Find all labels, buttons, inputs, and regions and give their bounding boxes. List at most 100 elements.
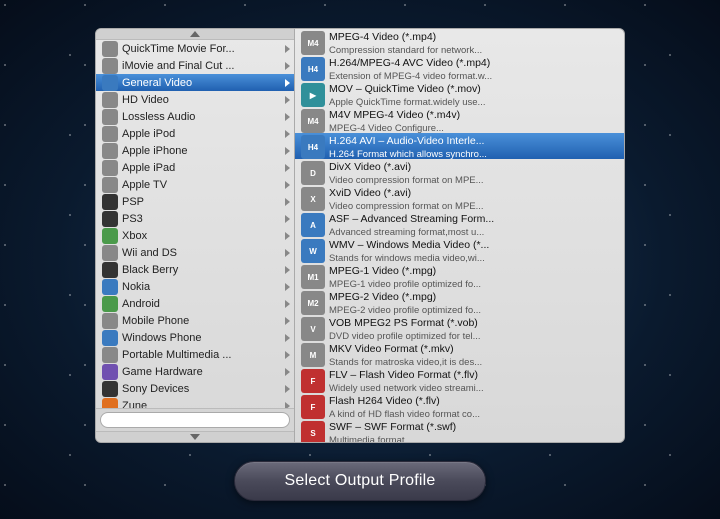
left-item-arrow-apple-ipad xyxy=(285,164,290,172)
left-item-label-apple-tv: Apple TV xyxy=(122,179,283,191)
left-item-portable-multimedia[interactable]: Portable Multimedia ... xyxy=(96,346,294,363)
left-item-icon-android xyxy=(102,296,118,312)
left-item-imovie[interactable]: iMovie and Final Cut ... xyxy=(96,57,294,74)
left-item-psp[interactable]: PSP xyxy=(96,193,294,210)
left-item-quicktime[interactable]: QuickTime Movie For... xyxy=(96,40,294,57)
left-item-arrow-psp xyxy=(285,198,290,206)
right-item-title-xvid-avi: XviD Video (*.avi) xyxy=(329,187,484,201)
right-item-wmv[interactable]: WWMV – Windows Media Video (*...Stands f… xyxy=(295,237,624,263)
left-item-apple-ipad[interactable]: Apple iPad xyxy=(96,159,294,176)
right-item-flv-h264[interactable]: FFlash H264 Video (*.flv)A kind of HD fl… xyxy=(295,393,624,419)
select-output-button[interactable]: Select Output Profile xyxy=(234,461,487,501)
right-item-text-divx-avi: DivX Video (*.avi)Video compression form… xyxy=(329,161,484,186)
left-item-apple-tv[interactable]: Apple TV xyxy=(96,176,294,193)
right-item-mov[interactable]: ▶MOV – QuickTime Video (*.mov)Apple Quic… xyxy=(295,81,624,107)
right-item-asf[interactable]: AASF – Advanced Streaming Form...Advance… xyxy=(295,211,624,237)
left-item-lossless-audio[interactable]: Lossless Audio xyxy=(96,108,294,125)
left-item-arrow-wii xyxy=(285,249,290,257)
right-item-flv[interactable]: FFLV – Flash Video Format (*.flv)Widely … xyxy=(295,367,624,393)
left-item-label-zune: Zune xyxy=(122,400,283,409)
left-item-label-hd-video: HD Video xyxy=(122,94,283,106)
right-item-title-h264-avi: H.264 AVI – Audio-Video Interle... xyxy=(329,135,487,149)
right-item-xvid-avi[interactable]: XXviD Video (*.avi)Video compression for… xyxy=(295,185,624,211)
left-item-label-general-video: General Video xyxy=(122,77,283,89)
right-item-vob[interactable]: VVOB MPEG2 PS Format (*.vob)DVD video pr… xyxy=(295,315,624,341)
right-item-swf[interactable]: SSWF – SWF Format (*.swf)Multimedia form… xyxy=(295,419,624,442)
left-item-arrow-game-hardware xyxy=(285,368,290,376)
scroll-up-area[interactable] xyxy=(96,29,294,40)
right-item-mpeg1[interactable]: M1MPEG-1 Video (*.mpg)MPEG-1 video profi… xyxy=(295,263,624,289)
left-item-blackberry[interactable]: Black Berry xyxy=(96,261,294,278)
right-item-h264-avc[interactable]: H4H.264/MPEG-4 AVC Video (*.mp4)Extensio… xyxy=(295,55,624,81)
right-item-mpeg2[interactable]: M2MPEG-2 Video (*.mpg)MPEG-2 video profi… xyxy=(295,289,624,315)
right-item-text-vob: VOB MPEG2 PS Format (*.vob)DVD video pro… xyxy=(329,317,481,342)
right-item-text-mpeg1: MPEG-1 Video (*.mpg)MPEG-1 video profile… xyxy=(329,265,481,290)
right-item-text-flv-h264: Flash H264 Video (*.flv)A kind of HD fla… xyxy=(329,395,480,420)
left-item-arrow-general-video xyxy=(285,79,290,87)
right-item-h264-avi[interactable]: H4H.264 AVI – Audio-Video Interle...H.26… xyxy=(295,133,624,159)
left-item-apple-ipod[interactable]: Apple iPod xyxy=(96,125,294,142)
right-item-mkv[interactable]: MMKV Video Format (*.mkv)Stands for matr… xyxy=(295,341,624,367)
left-item-game-hardware[interactable]: Game Hardware xyxy=(96,363,294,380)
left-item-ps3[interactable]: PS3 xyxy=(96,210,294,227)
left-item-icon-apple-tv xyxy=(102,177,118,193)
left-item-arrow-portable-multimedia xyxy=(285,351,290,359)
scroll-up-arrow xyxy=(190,31,200,37)
right-item-icon-h264-avi: H4 xyxy=(301,135,325,159)
left-item-icon-blackberry xyxy=(102,262,118,278)
profile-panel: QuickTime Movie For... iMovie and Final C… xyxy=(95,28,625,443)
right-item-text-h264-avc: H.264/MPEG-4 AVC Video (*.mp4)Extension … xyxy=(329,57,492,82)
right-item-text-asf: ASF – Advanced Streaming Form...Advanced… xyxy=(329,213,494,238)
left-item-nokia[interactable]: Nokia xyxy=(96,278,294,295)
scroll-down-area[interactable] xyxy=(96,431,294,442)
left-item-arrow-blackberry xyxy=(285,266,290,274)
right-item-title-flv-h264: Flash H264 Video (*.flv) xyxy=(329,395,480,409)
right-item-icon-mov: ▶ xyxy=(301,83,325,107)
left-item-icon-nokia xyxy=(102,279,118,295)
right-panel: M4MPEG-4 Video (*.mp4)Compression standa… xyxy=(295,28,625,443)
left-item-xbox[interactable]: Xbox xyxy=(96,227,294,244)
left-item-windows-phone[interactable]: Windows Phone xyxy=(96,329,294,346)
left-item-icon-apple-ipod xyxy=(102,126,118,142)
right-item-mpeg4[interactable]: M4MPEG-4 Video (*.mp4)Compression standa… xyxy=(295,29,624,55)
search-input[interactable] xyxy=(100,412,290,428)
right-item-text-mkv: MKV Video Format (*.mkv)Stands for matro… xyxy=(329,343,482,368)
scroll-down-arrow xyxy=(190,434,200,440)
left-item-label-nokia: Nokia xyxy=(122,281,283,293)
left-item-icon-apple-ipad xyxy=(102,160,118,176)
left-item-arrow-apple-ipod xyxy=(285,130,290,138)
right-item-icon-vob: V xyxy=(301,317,325,341)
left-item-label-ps3: PS3 xyxy=(122,213,283,225)
left-item-zune[interactable]: Zune xyxy=(96,397,294,408)
left-item-label-blackberry: Black Berry xyxy=(122,264,283,276)
left-items-list: QuickTime Movie For... iMovie and Final C… xyxy=(96,40,294,408)
left-item-icon-portable-multimedia xyxy=(102,347,118,363)
left-item-mobile-phone[interactable]: Mobile Phone xyxy=(96,312,294,329)
left-item-wii[interactable]: Wii and DS xyxy=(96,244,294,261)
right-item-divx-avi[interactable]: DDivX Video (*.avi)Video compression for… xyxy=(295,159,624,185)
left-item-label-imovie: iMovie and Final Cut ... xyxy=(122,60,283,72)
left-item-hd-video[interactable]: HD Video xyxy=(96,91,294,108)
left-item-label-apple-ipod: Apple iPod xyxy=(122,128,283,140)
left-panel: QuickTime Movie For... iMovie and Final C… xyxy=(95,28,295,443)
left-item-arrow-apple-iphone xyxy=(285,147,290,155)
right-item-title-wmv: WMV – Windows Media Video (*... xyxy=(329,239,489,253)
right-items-list: M4MPEG-4 Video (*.mp4)Compression standa… xyxy=(295,29,624,442)
left-item-icon-lossless-audio xyxy=(102,109,118,125)
left-item-icon-psp xyxy=(102,194,118,210)
left-item-arrow-android xyxy=(285,300,290,308)
right-item-text-m4v: M4V MPEG-4 Video (*.m4v)MPEG-4 Video Con… xyxy=(329,109,460,134)
left-item-apple-iphone[interactable]: Apple iPhone xyxy=(96,142,294,159)
left-item-label-windows-phone: Windows Phone xyxy=(122,332,283,344)
right-item-icon-flv-h264: F xyxy=(301,395,325,419)
left-item-sony-devices[interactable]: Sony Devices xyxy=(96,380,294,397)
left-item-label-wii: Wii and DS xyxy=(122,247,283,259)
left-item-general-video[interactable]: General Video xyxy=(96,74,294,91)
left-item-icon-apple-iphone xyxy=(102,143,118,159)
right-item-title-mkv: MKV Video Format (*.mkv) xyxy=(329,343,482,357)
right-item-title-mov: MOV – QuickTime Video (*.mov) xyxy=(329,83,485,97)
left-item-icon-sony-devices xyxy=(102,381,118,397)
left-item-android[interactable]: Android xyxy=(96,295,294,312)
right-item-text-mpeg2: MPEG-2 Video (*.mpg)MPEG-2 video profile… xyxy=(329,291,481,316)
right-item-m4v[interactable]: M4M4V MPEG-4 Video (*.m4v)MPEG-4 Video C… xyxy=(295,107,624,133)
